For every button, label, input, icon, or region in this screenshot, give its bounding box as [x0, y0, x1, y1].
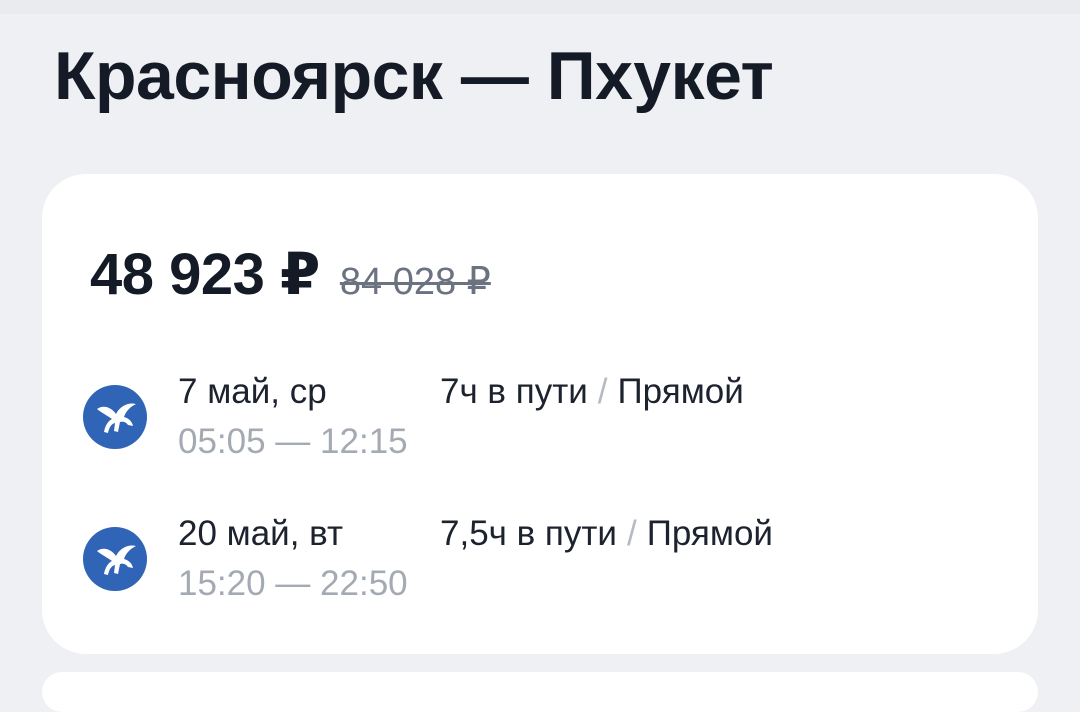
flight-segment-outbound: 7 май, ср 05:05 — 12:15 7ч в пути / Прямой — [82, 368, 982, 468]
pegasus-airline-logo-icon — [83, 527, 147, 591]
segment-times: 05:05 — 12:15 — [178, 422, 408, 461]
flight-segment-return: 20 май, вт 15:20 — 22:50 7,5ч в пути / Пря… — [82, 510, 982, 610]
segment-info: 7,5ч в пути / Прямой — [440, 514, 773, 554]
segment-separator: / — [626, 514, 637, 553]
segment-stops: Прямой — [617, 372, 744, 411]
ticket-price: 48 923 ₽ — [90, 242, 320, 307]
price-row: 48 923 ₽ 84 028 ₽ — [90, 240, 491, 308]
next-ticket-card[interactable] — [42, 672, 1038, 712]
segment-times: 15:20 — 22:50 — [178, 564, 408, 603]
pegasus-airline-logo-icon — [83, 385, 147, 449]
ticket-card[interactable]: 48 923 ₽ 84 028 ₽ 7 май, ср 05:05 — 12:1… — [42, 174, 1038, 654]
segment-date: 7 май, ср — [178, 372, 327, 411]
segment-info: 7ч в пути / Прямой — [440, 372, 744, 412]
top-strip — [0, 0, 1080, 14]
segment-duration: 7,5ч в пути — [440, 514, 617, 553]
segment-separator: / — [597, 372, 608, 411]
segment-stops: Прямой — [646, 514, 773, 553]
segment-duration: 7ч в пути — [440, 372, 588, 411]
page-title: Красноярск — Пхукет — [54, 38, 774, 114]
segment-date: 20 май, вт — [178, 514, 344, 553]
ticket-old-price: 84 028 ₽ — [339, 261, 491, 303]
